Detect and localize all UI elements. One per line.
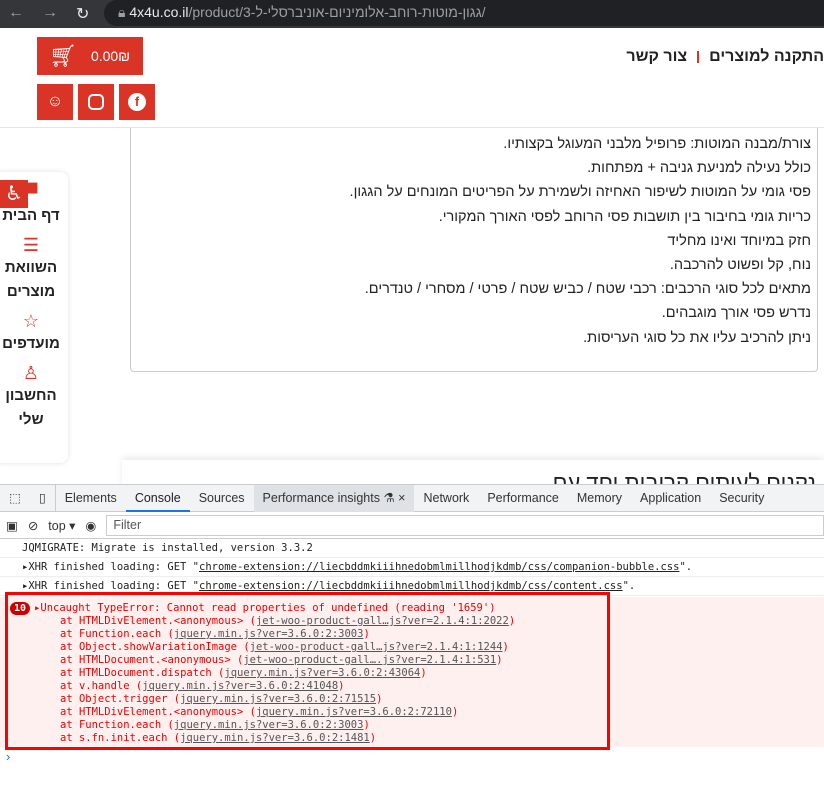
- eye-icon[interactable]: ◉: [85, 518, 96, 533]
- checklist-icon: ☰: [22, 235, 40, 255]
- flask-icon: ⚗: [383, 490, 395, 505]
- description-line: צורת/מבנה המוטות: פרופיל מלבני המעוגל בק…: [503, 136, 811, 152]
- log-link[interactable]: chrome-extension://liecbddmkiiihnedobmlm…: [199, 580, 623, 592]
- star-icon: ☆: [22, 311, 40, 331]
- web-page: 🛒︎ 0.00₪ ☺ f התקנה למוצרים צור קשר צורת/מ…: [0, 28, 824, 484]
- log-text: ▸XHR finished loading: GET ": [22, 561, 200, 573]
- tab-memory[interactable]: Memory: [568, 485, 631, 512]
- instagram-button[interactable]: [78, 84, 114, 120]
- facebook-icon: f: [128, 93, 146, 111]
- accessibility-button[interactable]: ♿︎: [0, 180, 28, 208]
- waze-icon: ☺: [46, 93, 64, 110]
- description-line: פסי גומי על המוטות לשיפור האחיזה ולשמירת…: [349, 184, 811, 201]
- tab-performance[interactable]: Performance: [478, 485, 568, 512]
- section-heading: נקנים לעיתים קרובות יחד עם: [122, 460, 824, 484]
- tab-application[interactable]: Application: [631, 485, 710, 512]
- top-nav: התקנה למוצרים צור קשר: [626, 48, 824, 66]
- waze-button[interactable]: ☺: [37, 84, 73, 120]
- tab-performance-insights[interactable]: Performance insights ⚗ ×: [253, 484, 415, 512]
- console-toolbar: ▣ ⊘ top ▾ ◉ Filter: [0, 512, 824, 539]
- device-toggle-icon[interactable]: ▯: [30, 484, 56, 512]
- sidebar-toggle-icon[interactable]: ▣: [6, 518, 18, 533]
- sidebar-item-account[interactable]: ♙ החשבון שלי: [0, 356, 68, 432]
- tab-elements[interactable]: Elements: [56, 485, 126, 512]
- description-line: כריות גומי בחיבור בין תושבות פסי הרוחב ל…: [438, 208, 811, 225]
- instagram-icon: [88, 94, 104, 110]
- log-text: ▸XHR finished loading: GET ": [22, 580, 200, 592]
- tab-network[interactable]: Network: [414, 485, 478, 512]
- close-tab-icon[interactable]: ×: [398, 491, 405, 505]
- console-log: JQMIGRATE: Migrate is installed, version…: [0, 539, 824, 558]
- devtools-panel: ⬚ ▯ Elements Console Sources Performance…: [0, 484, 824, 806]
- user-icon: ♙: [22, 363, 40, 383]
- devtools-tabs: ⬚ ▯ Elements Console Sources Performance…: [0, 484, 824, 512]
- cart-button[interactable]: 🛒︎ 0.00₪: [37, 37, 143, 75]
- sidebar-item-compare[interactable]: ☰ השוואת מוצרים: [0, 228, 68, 304]
- tab-sources[interactable]: Sources: [190, 485, 254, 512]
- nav-contact[interactable]: צור קשר: [626, 48, 687, 66]
- description-line: כולל נעילה למניעת גניבה + מפתחות.: [587, 160, 811, 177]
- inspect-icon[interactable]: ⬚: [0, 485, 30, 512]
- tab-security[interactable]: Security: [710, 485, 773, 512]
- sidebar-item-label: החשבון שלי: [5, 387, 57, 428]
- wheelchair-icon: ♿︎: [5, 183, 23, 205]
- description-line: נוח, קל ופשוט להרכבה.: [669, 257, 811, 274]
- sidebar-item-favorites[interactable]: ☆ מועדפים: [0, 304, 68, 356]
- side-menu: ▀ דף הבית ☰ השוואת מוצרים ☆ מועדפים ♙ החשבון…: [0, 172, 68, 463]
- highlight-box: [5, 592, 610, 750]
- context-selector[interactable]: top ▾: [48, 518, 75, 533]
- sidebar-item-label: השוואת מוצרים: [4, 259, 58, 300]
- url-path: /product/גגון-מוטות-רוחב-אלומיניום-אוניב…: [188, 4, 486, 20]
- description-line: חזק במיוחד ואינו מחליד: [667, 232, 811, 249]
- reload-icon[interactable]: ↻: [76, 4, 89, 24]
- log-text: ".: [679, 561, 693, 573]
- forward-icon[interactable]: →: [42, 4, 58, 22]
- address-bar[interactable]: 🔒︎ 4x4u.co.il/product/גגון-מוטות-רוחב-אל…: [104, 0, 824, 26]
- facebook-button[interactable]: f: [119, 84, 155, 120]
- log-text: ".: [622, 580, 636, 592]
- log-link[interactable]: chrome-extension://liecbddmkiiihnedobmlm…: [199, 561, 679, 573]
- console-prompt[interactable]: ›: [6, 749, 10, 764]
- description-line: ניתן להרכיב עליו את כל סוגי העריסות.: [583, 329, 811, 346]
- clear-console-icon[interactable]: ⊘: [28, 518, 38, 533]
- tab-label: Performance insights: [262, 490, 380, 505]
- filter-input[interactable]: Filter: [106, 514, 824, 536]
- description-line: מתאים לכל סוגי הרכבים: רכבי שטח / כביש ש…: [364, 281, 811, 298]
- back-icon[interactable]: ←: [8, 4, 24, 22]
- nav-separator: [697, 51, 700, 63]
- nav-installation[interactable]: התקנה למוצרים: [709, 48, 824, 66]
- tab-console[interactable]: Console: [125, 485, 190, 512]
- browser-toolbar: ← → ↻ 🔒︎ 4x4u.co.il/product/גגון-מוטות-ר…: [0, 0, 824, 28]
- console-log[interactable]: ▸XHR finished loading: GET "chrome-exten…: [0, 558, 824, 577]
- lock-icon: 🔒︎: [118, 4, 130, 20]
- cart-icon: 🛒︎: [49, 43, 77, 68]
- product-description: צורת/מבנה המוטות: פרופיל מלבני המעוגל בק…: [130, 128, 818, 372]
- description-line: נדרש פסי אורך מוגבהים.: [661, 305, 811, 322]
- url-host: 4x4u.co.il: [129, 4, 189, 20]
- cart-total: 0.00₪: [90, 48, 131, 64]
- sidebar-item-label: מועדפים: [2, 335, 60, 352]
